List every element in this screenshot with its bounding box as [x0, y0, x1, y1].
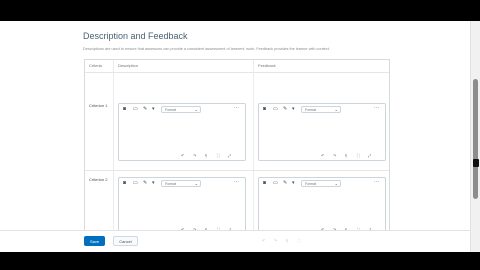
description-text-area[interactable] — [120, 116, 244, 150]
table-header: Criteria Description Feedback — [85, 60, 389, 73]
insert-media-icon[interactable]: ▭ — [273, 181, 278, 186]
redo-icon[interactable]: ↷ — [193, 153, 196, 158]
undo-icon[interactable]: ↶ — [181, 153, 184, 158]
undo-icon[interactable]: ↶ — [321, 153, 324, 158]
format-select[interactable]: Format ⌄ — [161, 180, 201, 187]
format-label: Format — [165, 108, 177, 112]
rubric-editor-page: Description and Feedback Descriptions ar… — [0, 21, 470, 252]
column-divider — [113, 60, 114, 252]
insert-image-icon[interactable]: ◙ — [263, 181, 266, 186]
format-label: Format — [305, 108, 317, 112]
feedback-text-area[interactable] — [260, 116, 384, 150]
feedback-editor[interactable]: ◙ ▭ ✎ ▾ Format ⌄ ··· ↶ ↷ ¶ ⛶ ⤢ — [258, 103, 386, 161]
description-editor[interactable]: ◙ ▭ ✎ ▾ Format ⌄ ··· ↶ ↷ ¶ ⛶ ⤢ — [118, 103, 246, 161]
mouse-pointer-icon — [473, 159, 479, 167]
word-count-icon: ¶ — [286, 238, 289, 243]
scrollbar-thumb[interactable] — [473, 79, 478, 199]
section-description: Descriptions are used to ensure that ass… — [83, 47, 330, 51]
chevron-down-icon: ⌄ — [194, 181, 198, 186]
sticky-footer: Save Cancel ↶ ↷ ¶ ⛶ — [0, 230, 470, 252]
chevron-down-icon[interactable]: ▾ — [152, 181, 155, 186]
format-select[interactable]: Format ⌄ — [161, 106, 201, 113]
insert-media-icon[interactable]: ▭ — [133, 181, 138, 186]
undo-icon: ↶ — [262, 238, 266, 243]
insert-image-icon[interactable]: ◙ — [123, 181, 126, 186]
redo-icon: ↷ — [274, 238, 278, 243]
format-select[interactable]: Format ⌄ — [301, 180, 341, 187]
editor-toolbar: ◙ ▭ ✎ ▾ Format ⌄ ··· — [259, 178, 385, 189]
chevron-down-icon[interactable]: ▾ — [292, 181, 295, 186]
header-description: Description — [118, 63, 139, 68]
expand-icon[interactable]: ⤢ — [368, 153, 371, 158]
feedback-text-area[interactable] — [260, 190, 384, 224]
editor-status-bar: ↶ ↷ ¶ ⛶ ⤢ — [259, 152, 385, 160]
more-options-icon[interactable]: ··· — [234, 105, 239, 111]
section-title: Description and Feedback — [83, 31, 188, 41]
insert-media-icon[interactable]: ▭ — [133, 107, 138, 112]
criterion-name[interactable]: Criterion 1 — [89, 103, 107, 108]
insert-link-icon[interactable]: ✎ — [283, 181, 287, 186]
editor-status-bar: ↶ ↷ ¶ ⛶ ⤢ — [119, 152, 245, 160]
fullscreen-icon[interactable]: ⛶ — [357, 153, 360, 158]
more-options-icon[interactable]: ··· — [374, 179, 379, 185]
editor-toolbar: ◙ ▭ ✎ ▾ Format ⌄ ··· — [119, 178, 245, 189]
word-count-icon[interactable]: ¶ — [345, 153, 347, 158]
word-count-icon[interactable]: ¶ — [205, 153, 207, 158]
editor-toolbar: ◙ ▭ ✎ ▾ Format ⌄ ··· — [119, 104, 245, 115]
bottom-letterbox — [0, 252, 480, 270]
more-options-icon[interactable]: ··· — [234, 179, 239, 185]
description-text-area[interactable] — [120, 190, 244, 224]
insert-link-icon[interactable]: ✎ — [283, 107, 287, 112]
column-divider — [253, 60, 254, 252]
insert-media-icon[interactable]: ▭ — [273, 107, 278, 112]
chevron-down-icon[interactable]: ▾ — [152, 107, 155, 112]
fullscreen-icon: ⛶ — [298, 238, 301, 243]
format-label: Format — [165, 182, 177, 186]
insert-image-icon[interactable]: ◙ — [263, 107, 266, 112]
cancel-button[interactable]: Cancel — [113, 236, 138, 246]
save-button[interactable]: Save — [84, 236, 105, 246]
format-select[interactable]: Format ⌄ — [301, 106, 341, 113]
chevron-down-icon: ⌄ — [334, 181, 338, 186]
criteria-table: Criteria Description Feedback Criterion … — [84, 59, 390, 252]
format-label: Format — [305, 182, 317, 186]
chevron-down-icon: ⌄ — [334, 107, 338, 112]
description-editor[interactable]: ◙ ▭ ✎ ▾ Format ⌄ ··· ↶ ↷ ¶ ⛶ ⤢ — [118, 177, 246, 235]
top-letterbox — [0, 0, 480, 21]
row-divider — [85, 170, 389, 171]
expand-icon[interactable]: ⤢ — [228, 153, 231, 158]
more-options-icon[interactable]: ··· — [374, 105, 379, 111]
chevron-down-icon[interactable]: ▾ — [292, 107, 295, 112]
insert-link-icon[interactable]: ✎ — [143, 107, 147, 112]
fullscreen-icon[interactable]: ⛶ — [217, 153, 220, 158]
insert-image-icon[interactable]: ◙ — [123, 107, 126, 112]
editor-toolbar: ◙ ▭ ✎ ▾ Format ⌄ ··· — [259, 104, 385, 115]
page-scrollbar[interactable] — [470, 21, 480, 252]
header-feedback: Feedback — [258, 63, 276, 68]
feedback-editor[interactable]: ◙ ▭ ✎ ▾ Format ⌄ ··· ↶ ↷ ¶ ⛶ ⤢ — [258, 177, 386, 235]
criterion-name[interactable]: Criterion 2 — [89, 177, 107, 182]
header-criteria: Criteria — [89, 63, 102, 68]
chevron-down-icon: ⌄ — [194, 107, 198, 112]
insert-link-icon[interactable]: ✎ — [143, 181, 147, 186]
redo-icon[interactable]: ↷ — [333, 153, 336, 158]
